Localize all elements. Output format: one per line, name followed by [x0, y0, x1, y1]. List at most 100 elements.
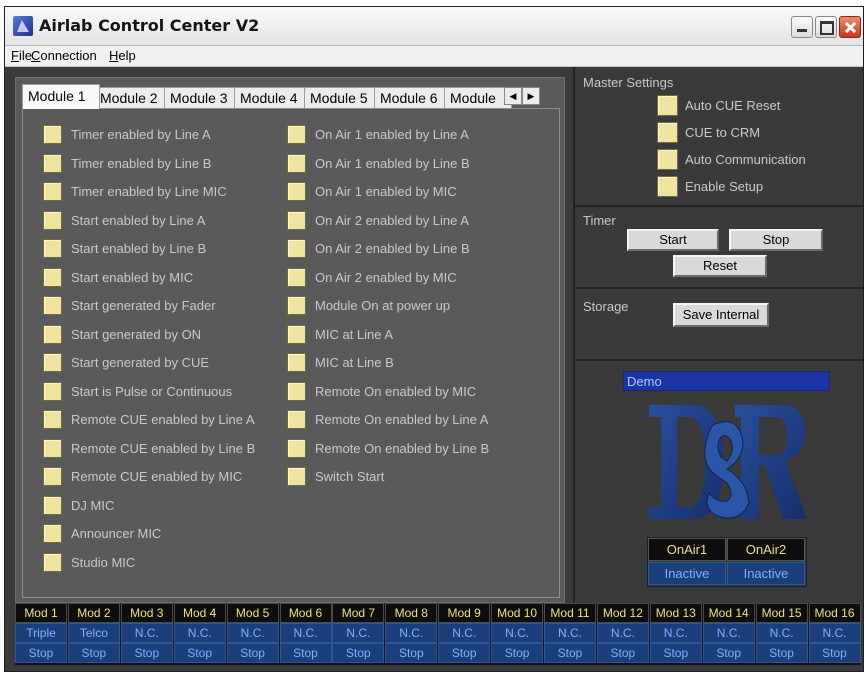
auto-communication-checkbox[interactable] — [657, 149, 678, 170]
module-column[interactable]: Mod 13 N.C. Stop — [649, 603, 702, 663]
option-checkbox[interactable] — [43, 524, 62, 543]
option-label: MIC at Line A — [315, 326, 394, 342]
module-column[interactable]: Mod 5 N.C. Stop — [226, 603, 279, 663]
option-label: Remote On enabled by Line A — [315, 412, 489, 427]
option-checkbox[interactable] — [43, 353, 62, 372]
module-state: Stop — [67, 643, 120, 663]
option-checkbox[interactable] — [287, 267, 306, 287]
option-label: Start generated by Fader — [71, 298, 216, 313]
module-column[interactable]: Mod 3 N.C. Stop — [120, 603, 173, 663]
tab-module-6[interactable]: Module 6 — [374, 87, 454, 108]
module-name: Mod 2 — [67, 603, 120, 623]
module-type: N.C. — [332, 623, 385, 643]
module-state: Stop — [702, 643, 755, 663]
tab-module-1[interactable]: Module 1 — [22, 84, 100, 109]
option-checkbox[interactable] — [43, 125, 62, 144]
option-checkbox[interactable] — [287, 381, 306, 401]
module-column[interactable]: Mod 4 N.C. Stop — [173, 603, 226, 663]
option-checkbox[interactable] — [287, 239, 306, 258]
option-checkbox[interactable] — [287, 324, 306, 344]
option-checkbox[interactable] — [43, 210, 62, 230]
title-bar[interactable]: Airlab Control Center V2 — [5, 7, 863, 46]
module-name: Mod 1 — [15, 603, 67, 623]
close-icon[interactable] — [839, 16, 861, 38]
menu-help[interactable]: Help — [109, 48, 136, 63]
tab-page: Timer enabled by Line A Timer enabled by … — [22, 108, 560, 598]
option-checkbox[interactable] — [287, 210, 306, 230]
tab-module-7[interactable]: Module — [444, 87, 512, 108]
module-state: Stop — [15, 643, 67, 663]
option-checkbox[interactable] — [43, 381, 62, 401]
maximize-icon[interactable] — [815, 16, 837, 38]
onair1-label: OnAir1 — [648, 538, 726, 561]
option-label: Start is Pulse or Continuous — [71, 383, 233, 399]
tab-scroll-left-icon[interactable]: ◀ — [504, 87, 522, 105]
module-column[interactable]: Mod 2 Telco Stop — [67, 603, 120, 663]
option-checkbox[interactable] — [43, 552, 62, 572]
minimize-icon[interactable] — [791, 16, 813, 38]
menu-connection[interactable]: Connection — [31, 48, 97, 63]
option-checkbox[interactable] — [287, 353, 306, 372]
option-checkbox[interactable] — [287, 182, 306, 201]
tab-scroll-right-icon[interactable]: ▶ — [522, 87, 540, 105]
timer-reset-button[interactable]: Reset — [673, 255, 767, 277]
module-column[interactable]: Mod 16 N.C. Stop — [808, 603, 861, 663]
module-status-strip: Mod 1 Triple Stop Mod 2 Telco Stop Mod 3 N.C. St… — [15, 603, 861, 665]
option-checkbox[interactable] — [287, 125, 306, 144]
module-column[interactable]: Mod 15 N.C. Stop — [755, 603, 808, 663]
auto-cue-reset-checkbox[interactable] — [657, 95, 678, 116]
module-type: N.C. — [649, 623, 702, 643]
tab-module-2[interactable]: Module 2 — [94, 87, 174, 108]
option-label: Remote CUE enabled by MIC — [71, 469, 243, 484]
option-checkbox[interactable] — [287, 438, 306, 458]
module-column[interactable]: Mod 6 N.C. Stop — [279, 603, 332, 663]
module-state: Stop — [491, 643, 544, 663]
module-name: Mod 9 — [438, 603, 491, 623]
module-column[interactable]: Mod 11 N.C. Stop — [544, 603, 596, 663]
menu-help-key: H — [109, 48, 119, 63]
option-checkbox[interactable] — [43, 267, 62, 287]
module-column[interactable]: Mod 7 N.C. Stop — [332, 603, 385, 663]
tab-module-3[interactable]: Module 3 — [164, 87, 244, 108]
module-state: Stop — [332, 643, 385, 663]
option-checkbox[interactable] — [43, 467, 62, 486]
option-checkbox[interactable] — [43, 153, 62, 173]
timer-stop-button[interactable]: Stop — [729, 229, 823, 251]
timer-start-button[interactable]: Start — [627, 229, 719, 251]
tab-module-5[interactable]: Module 5 — [304, 87, 384, 108]
option-checkbox[interactable] — [43, 239, 62, 258]
option-checkbox[interactable] — [43, 495, 62, 515]
option-checkbox[interactable] — [43, 182, 62, 201]
demo-field: Demo — [623, 371, 830, 391]
status-panel: Demo OnAir1 OnAir2 Inactive Inactive — [573, 361, 863, 603]
tab-module-4[interactable]: Module 4 — [234, 87, 314, 108]
module-column[interactable]: Mod 12 N.C. Stop — [596, 603, 649, 663]
module-state: Stop — [596, 643, 649, 663]
option-label: Remote CUE enabled by Line B — [71, 440, 256, 456]
save-internal-button[interactable]: Save Internal — [673, 303, 769, 327]
option-checkbox[interactable] — [287, 467, 306, 486]
module-name: Mod 10 — [491, 603, 544, 623]
timer-title: Timer — [583, 213, 616, 228]
option-checkbox[interactable] — [43, 324, 62, 344]
cue-to-crm-checkbox[interactable] — [657, 122, 678, 143]
option-checkbox[interactable] — [287, 296, 306, 315]
module-type: N.C. — [596, 623, 649, 643]
timer-panel: Timer Start Stop Reset — [573, 207, 863, 289]
module-column[interactable]: Mod 14 N.C. Stop — [702, 603, 755, 663]
module-state: Stop — [438, 643, 491, 663]
module-column[interactable]: Mod 8 N.C. Stop — [385, 603, 438, 663]
module-column[interactable]: Mod 9 N.C. Stop — [438, 603, 491, 663]
app-window: Airlab Control Center V2 File Connection… — [4, 6, 864, 672]
module-column[interactable]: Mod 1 Triple Stop — [15, 603, 67, 663]
option-checkbox[interactable] — [43, 438, 62, 458]
menu-file[interactable]: File — [11, 48, 32, 63]
enable-setup-checkbox[interactable] — [657, 176, 678, 197]
option-checkbox[interactable] — [287, 410, 306, 429]
option-checkbox[interactable] — [43, 296, 62, 315]
option-checkbox[interactable] — [287, 153, 306, 173]
module-column[interactable]: Mod 10 N.C. Stop — [491, 603, 544, 663]
module-name: Mod 13 — [649, 603, 702, 623]
option-checkbox[interactable] — [43, 410, 62, 429]
module-state: Stop — [755, 643, 808, 663]
